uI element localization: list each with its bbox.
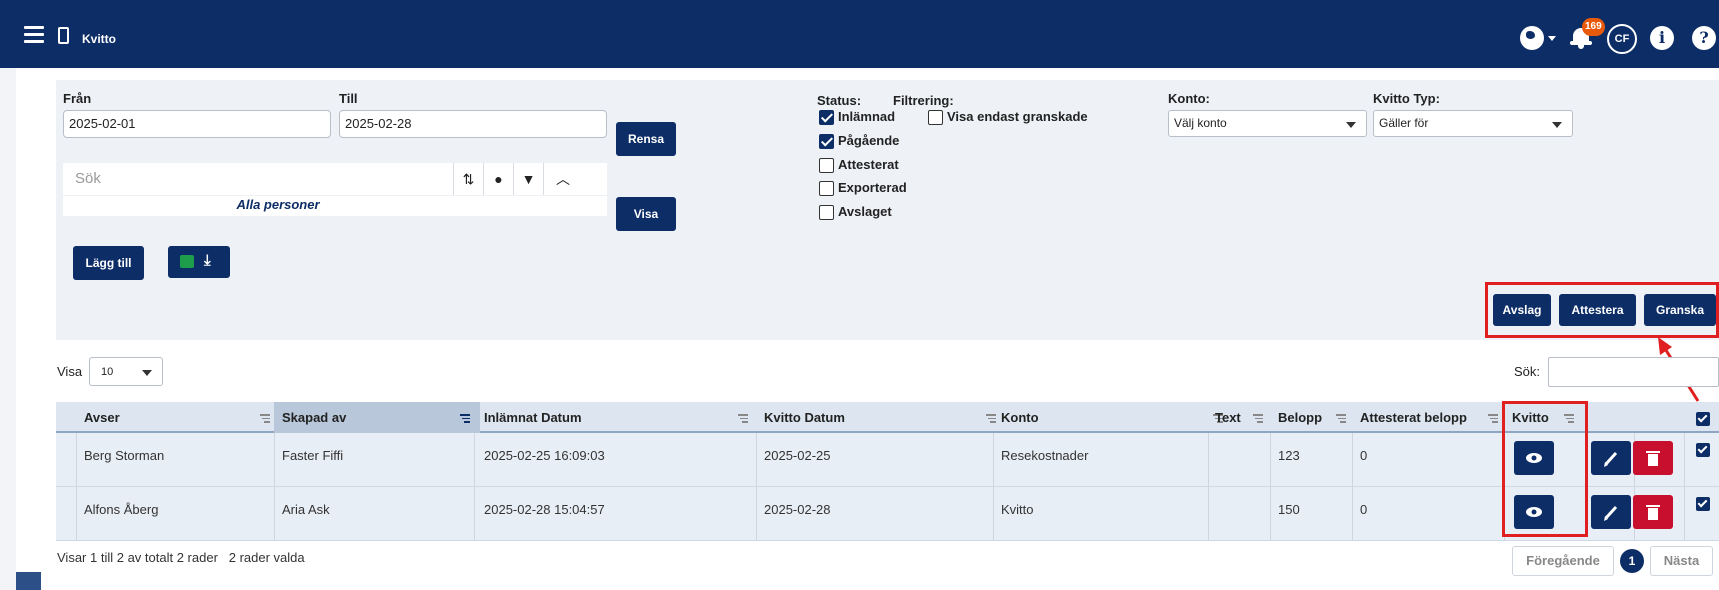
column-header-skapad-av[interactable]: Skapad av: [274, 402, 480, 433]
show-button[interactable]: Visa: [616, 197, 676, 231]
column-header-receipt-date[interactable]: Kvitto Datum: [764, 402, 1004, 433]
add-button[interactable]: Lägg till: [73, 246, 144, 280]
notification-badge: 169: [1582, 18, 1605, 36]
left-gutter: [0, 68, 16, 590]
to-date-input[interactable]: 2025-02-28: [339, 110, 607, 138]
only-reviewed-checkbox[interactable]: Visa endast granskade: [928, 109, 1088, 126]
status-submitted-checkbox[interactable]: Inlämnad: [819, 109, 895, 126]
row-checkbox[interactable]: [1696, 497, 1710, 511]
pencil-icon: [1604, 505, 1618, 521]
account-select[interactable]: Välj konto: [1168, 110, 1367, 137]
receipt-type-select[interactable]: Gäller för: [1373, 110, 1573, 137]
sort-icon: [1488, 414, 1498, 423]
sort-icon: [260, 414, 270, 423]
download-icon: ⤓: [204, 252, 211, 269]
globe-icon[interactable]: [1520, 26, 1544, 50]
page-title: Kvitto: [82, 32, 116, 46]
cell-amount: 123: [1278, 448, 1300, 463]
cell-avser: Alfons Åberg: [84, 502, 159, 517]
chevron-down-icon: [142, 370, 152, 376]
reject-button[interactable]: Avslag: [1493, 294, 1551, 326]
status-ongoing-checkbox[interactable]: Pågående: [819, 133, 899, 150]
status-rejected-checkbox[interactable]: Avslaget: [819, 204, 892, 221]
table-row[interactable]: Berg Storman Faster Fiffi 2025-02-25 16:…: [56, 433, 1719, 487]
info-icon[interactable]: i: [1650, 26, 1674, 50]
trash-icon: [1646, 451, 1660, 466]
cell-created-by: Faster Fiffi: [282, 448, 344, 463]
receipt-column-highlight: [1502, 401, 1588, 537]
table-header: Avser Skapad av Inlämnat Datum Kvitto Da…: [56, 402, 1719, 433]
cell-approved-amount: 0: [1360, 448, 1368, 463]
table-search-label: Sök:: [1514, 364, 1541, 379]
cell-submitted-date: 2025-02-25 16:09:03: [484, 448, 605, 463]
export-excel-button[interactable]: ⤓: [168, 246, 230, 278]
sort-icon: [1336, 414, 1346, 423]
column-header-text[interactable]: Text: [1215, 402, 1275, 433]
menu-icon[interactable]: [24, 26, 44, 43]
account-label: Konto:: [1168, 91, 1210, 106]
cell-approved-amount: 0: [1360, 502, 1368, 517]
search-input[interactable]: Sök: [75, 163, 101, 195]
chevron-up-icon[interactable]: ︿: [543, 163, 607, 195]
pencil-icon: [1604, 451, 1618, 467]
table-row[interactable]: Alfons Åberg Aria Ask 2025-02-28 15:04:5…: [56, 487, 1719, 541]
mobile-icon: [58, 27, 69, 44]
column-header-account[interactable]: Konto: [1001, 402, 1231, 433]
chevron-down-icon: [1552, 122, 1562, 128]
filter-icon[interactable]: ▼: [513, 163, 543, 195]
current-page-button[interactable]: 1: [1620, 549, 1644, 573]
help-icon[interactable]: ?: [1692, 26, 1716, 50]
column-header-avser[interactable]: Avser: [84, 402, 270, 433]
edit-button[interactable]: [1591, 441, 1631, 475]
approve-button[interactable]: Attestera: [1559, 294, 1636, 326]
cell-amount: 150: [1278, 502, 1300, 517]
page-size-select[interactable]: 10: [89, 357, 163, 386]
table-summary: Visar 1 till 2 av totalt 2 rader 2 rader…: [57, 550, 305, 565]
chevron-down-icon[interactable]: [1548, 36, 1556, 41]
status-label: Status:: [817, 93, 862, 108]
selected-count: 2 rader valda: [228, 550, 305, 565]
from-label: Från: [63, 91, 92, 106]
top-bar: Kvitto 169 CF i ?: [0, 0, 1719, 68]
chevron-down-icon: [1346, 122, 1356, 128]
sort-icon[interactable]: ⇅: [453, 163, 483, 195]
cell-submitted-date: 2025-02-28 15:04:57: [484, 502, 605, 517]
trash-icon: [1646, 505, 1660, 520]
next-page-button[interactable]: Nästa: [1650, 546, 1713, 576]
status-exported-checkbox[interactable]: Exporterad: [819, 180, 907, 197]
sort-icon: [986, 414, 996, 423]
cell-account: Resekostnader: [1001, 448, 1089, 463]
page-size-label: Visa: [57, 364, 83, 379]
sort-icon: [460, 414, 470, 423]
review-button[interactable]: Granska: [1644, 294, 1716, 326]
previous-page-button[interactable]: Föregående: [1512, 546, 1614, 576]
cell-account: Kvitto: [1001, 502, 1034, 517]
status-approved-checkbox[interactable]: Attesterat: [819, 157, 899, 174]
receipt-type-label: Kvitto Typ:: [1373, 91, 1440, 106]
persons-label[interactable]: Alla personer: [63, 197, 493, 212]
excel-icon: [180, 255, 194, 268]
delete-button[interactable]: [1633, 441, 1673, 475]
filtering-label: Filtrering:: [893, 93, 954, 108]
select-all-checkbox[interactable]: [1696, 412, 1710, 426]
column-header-submitted-date[interactable]: Inlämnat Datum: [484, 402, 760, 433]
sidebar-edge: [16, 572, 41, 590]
to-label: Till: [339, 91, 358, 106]
clear-button[interactable]: Rensa: [616, 122, 676, 156]
person-icon[interactable]: ●: [483, 163, 513, 195]
table-search-input[interactable]: [1548, 357, 1719, 387]
from-date-input[interactable]: 2025-02-01: [63, 110, 331, 138]
sort-icon: [1253, 414, 1263, 423]
column-header-amount[interactable]: Belopp: [1278, 402, 1358, 433]
cell-receipt-date: 2025-02-25: [764, 448, 831, 463]
row-checkbox[interactable]: [1696, 443, 1710, 457]
cell-avser: Berg Storman: [84, 448, 165, 463]
delete-button[interactable]: [1633, 495, 1673, 529]
column-header-approved-amount[interactable]: Attesterat belopp: [1360, 402, 1506, 433]
cell-created-by: Aria Ask: [282, 502, 330, 517]
sort-icon: [738, 414, 748, 423]
user-avatar[interactable]: CF: [1607, 24, 1637, 54]
cell-receipt-date: 2025-02-28: [764, 502, 831, 517]
edit-button[interactable]: [1591, 495, 1631, 529]
